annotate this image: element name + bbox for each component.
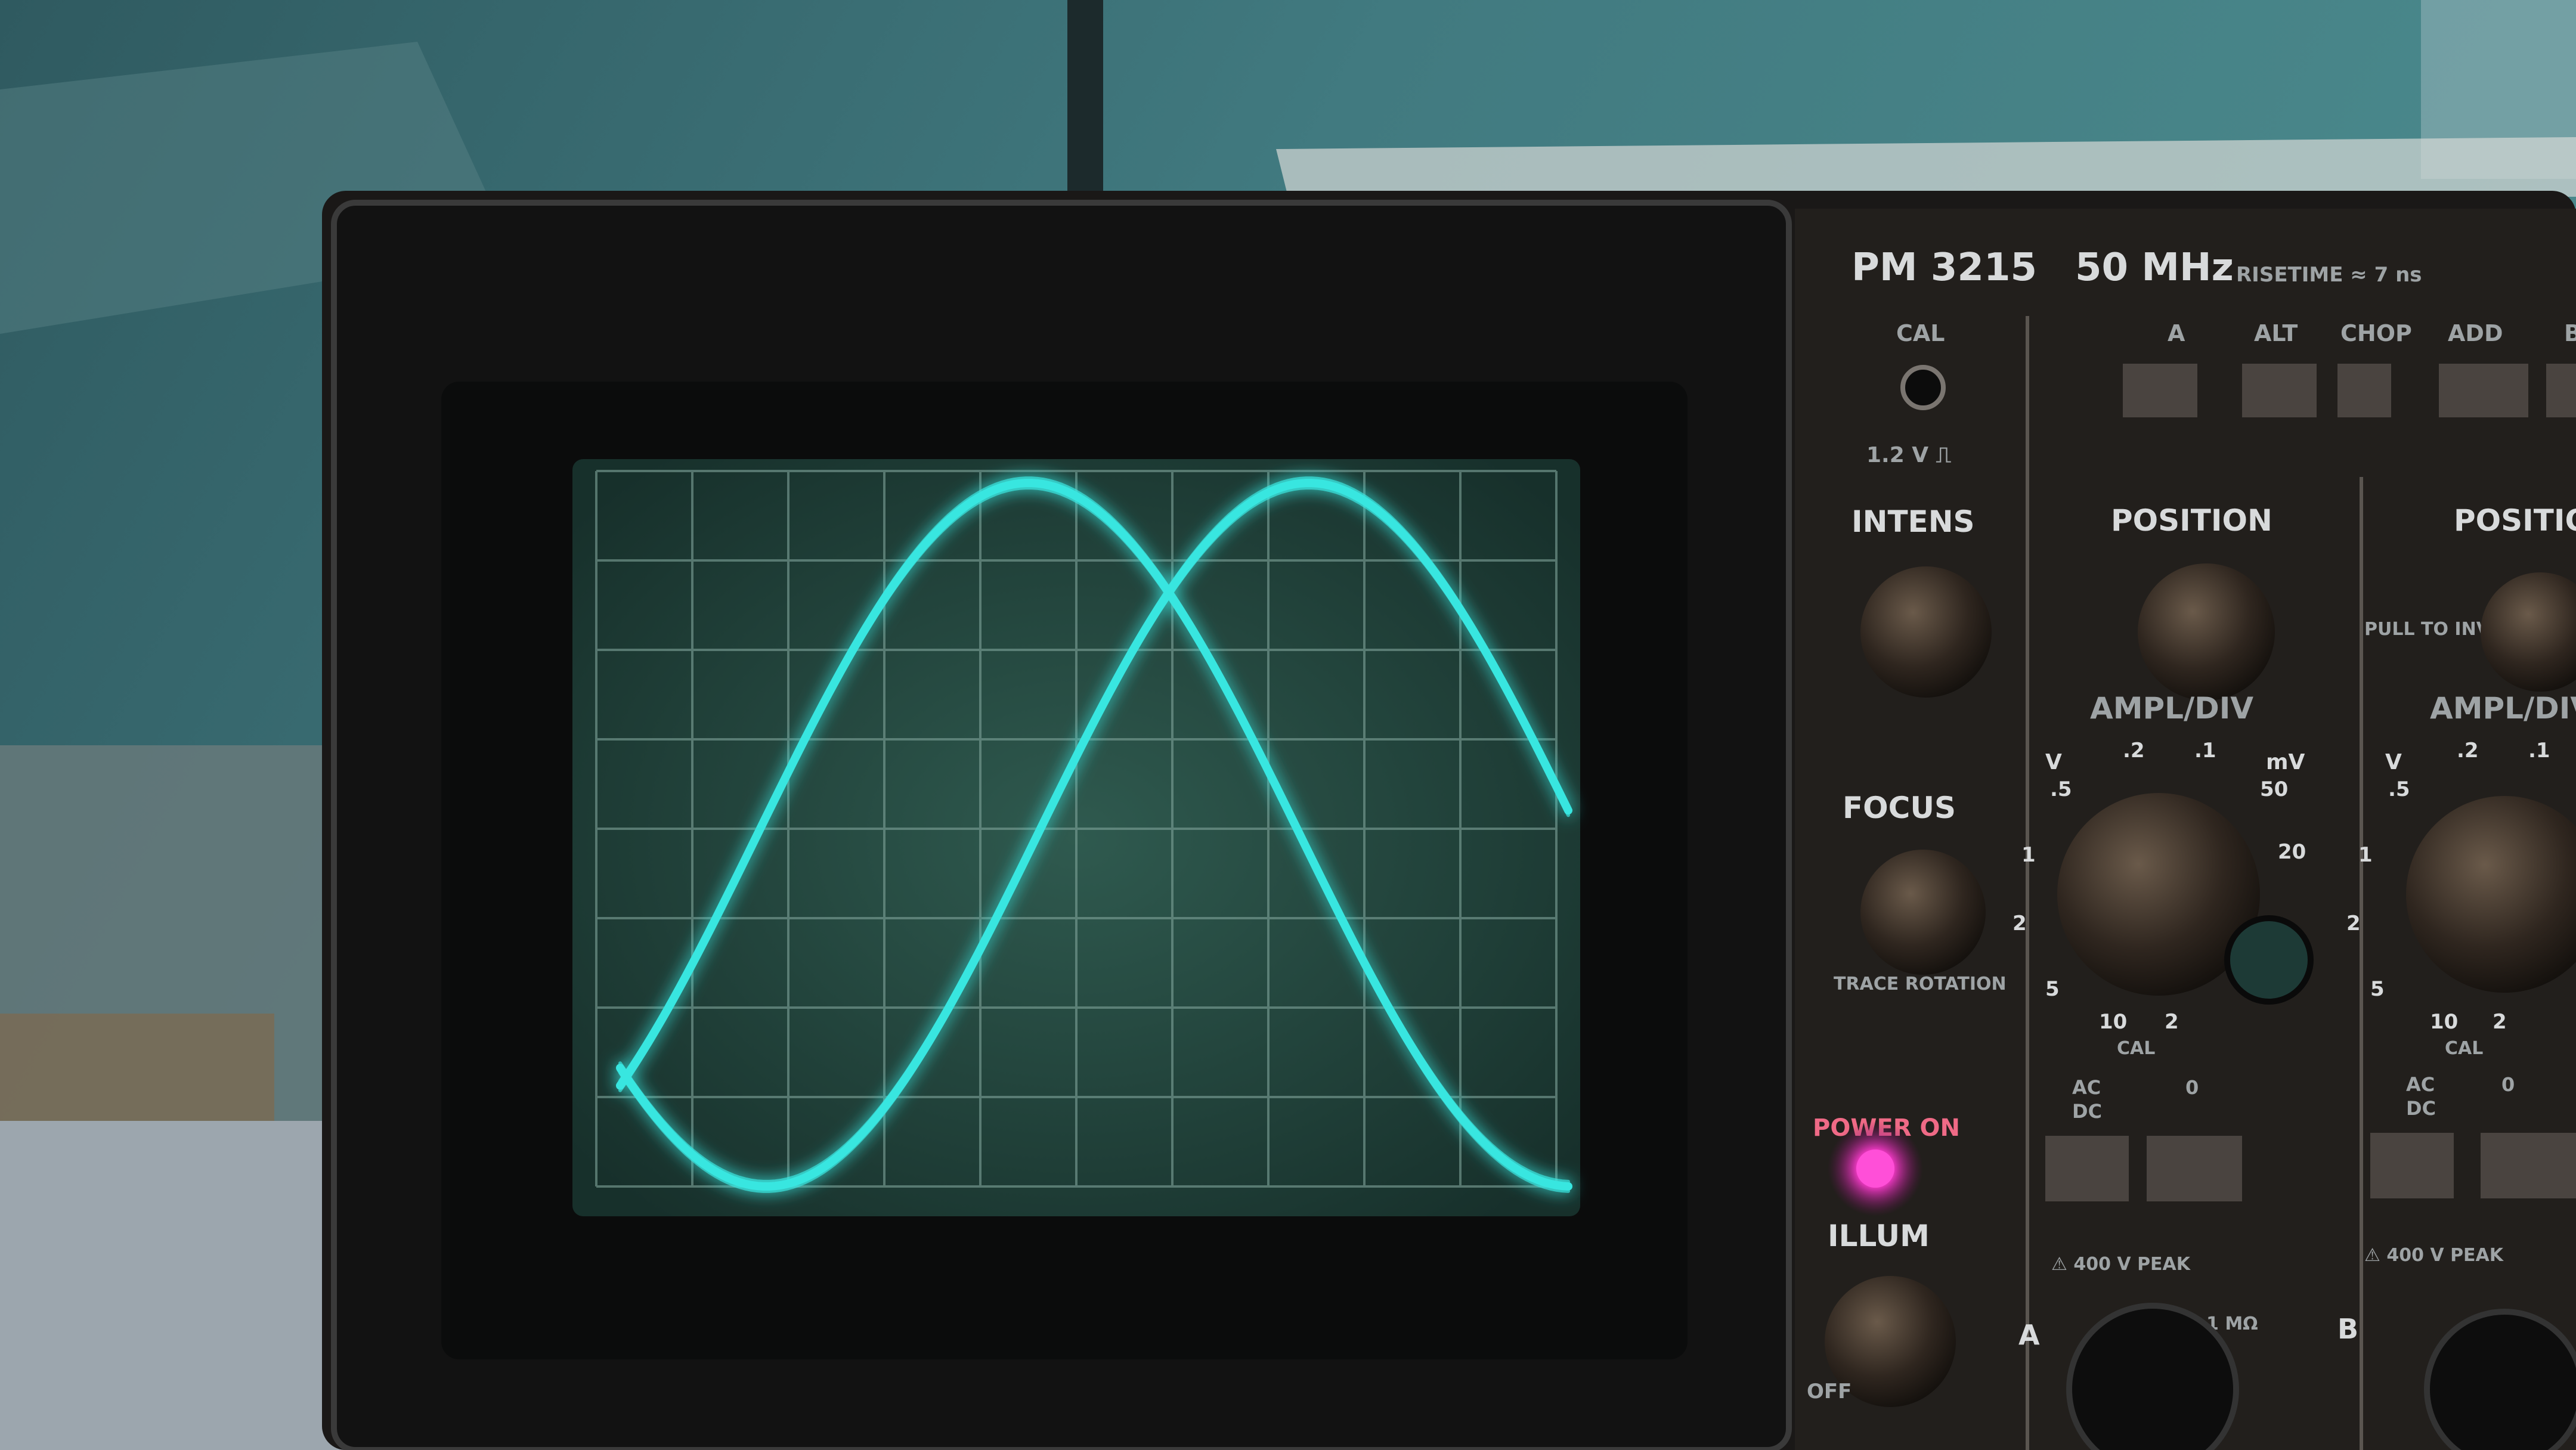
scale-b-5: 5: [2370, 977, 2385, 1001]
input-b-label: B: [2337, 1313, 2358, 1345]
dc-a-label: DC: [2072, 1100, 2102, 1123]
scale-a-20: 20: [2278, 840, 2306, 864]
ac-b-label: AC: [2406, 1073, 2435, 1096]
v-b-label: V: [2385, 750, 2402, 774]
cal-b-label: CAL: [2445, 1038, 2483, 1059]
button-alt[interactable]: [2242, 364, 2317, 417]
button-a[interactable]: [2123, 364, 2197, 417]
ampl-div-b-label: AMPL/DIV: [2430, 691, 2576, 726]
scale-a-2: 2: [2012, 912, 2027, 935]
scale-a-5: 5: [2045, 977, 2060, 1001]
v-a-label: V: [2045, 750, 2062, 774]
scale-a-02: .2: [2123, 739, 2145, 763]
gnd-b-switch[interactable]: [2481, 1133, 2576, 1198]
cal-terminal[interactable]: [1900, 365, 1946, 410]
scale-a-2b: 2: [2165, 1010, 2179, 1034]
input-b-connector[interactable]: [2424, 1309, 2576, 1450]
trace-rotation-label: TRACE ROTATION: [1834, 974, 2007, 994]
scale-b-10: 10: [2430, 1010, 2458, 1034]
model-label: PM 3215: [1852, 246, 2037, 290]
input-a-label: A: [2018, 1319, 2040, 1351]
ampl-div-a-label: AMPL/DIV: [2090, 691, 2253, 726]
position-a-label: POSITION: [2111, 503, 2272, 538]
scale-a-01: .1: [2194, 739, 2216, 763]
position-b-label: POSITIO: [2454, 503, 2576, 538]
mv-a-label: mV: [2266, 750, 2305, 774]
intens-label: INTENS: [1852, 504, 1975, 539]
peak-b-label: ⚠ 400 V PEAK: [2364, 1245, 2504, 1266]
dc-b-label: DC: [2406, 1097, 2436, 1120]
acdc-a-switch[interactable]: [2045, 1136, 2129, 1201]
scale-b-2: 2: [2346, 912, 2361, 935]
mode-label-add: ADD: [2448, 320, 2503, 346]
gnd-a-switch[interactable]: [2147, 1136, 2242, 1201]
scale-b-1: 1: [2358, 843, 2373, 867]
ampl-div-a-vernier[interactable]: [2224, 915, 2314, 1005]
scale-b-02: .2: [2457, 739, 2479, 763]
mode-label-a: A: [2168, 320, 2185, 346]
scale-a-1: 1: [2021, 843, 2036, 867]
button-b[interactable]: [2546, 364, 2576, 417]
zero-b-label: 0: [2501, 1073, 2515, 1096]
ac-a-label: AC: [2072, 1076, 2101, 1099]
bandwidth-label: 50 MHz: [2075, 246, 2234, 290]
button-add[interactable]: [2439, 364, 2528, 417]
cal-label: CAL: [1896, 320, 1945, 346]
scale-a-50: 50: [2260, 777, 2288, 801]
input-a-connector[interactable]: [2066, 1303, 2239, 1450]
power-button[interactable]: [1856, 1150, 1894, 1188]
intens-knob[interactable]: [1860, 566, 1992, 698]
off-label: OFF: [1807, 1380, 1852, 1403]
wall-divider: [1067, 0, 1103, 191]
focus-knob[interactable]: [1860, 850, 1986, 975]
scene: PM 3215 50 MHz RISETIME ≈ 7 ns CAL 1.2 V…: [0, 0, 2576, 1450]
cal-a-label: CAL: [2117, 1038, 2155, 1059]
position-a-knob[interactable]: [2138, 563, 2275, 701]
scale-b-05: .5: [2388, 777, 2410, 801]
peak-a-label: ⚠ 400 V PEAK: [2051, 1254, 2191, 1275]
mode-label-b: B: [2564, 320, 2576, 346]
scale-a-05: .5: [2050, 777, 2072, 801]
cal-value-label: 1.2 V ⎍: [1866, 443, 1952, 467]
risetime-label: RISETIME ≈ 7 ns: [2236, 263, 2422, 287]
illum-label: ILLUM: [1828, 1219, 1930, 1253]
zero-a-label: 0: [2185, 1076, 2199, 1099]
acdc-b-switch[interactable]: [2370, 1133, 2454, 1198]
scale-b-2b: 2: [2493, 1010, 2507, 1034]
mode-label-alt: ALT: [2254, 320, 2298, 346]
mode-label-chop: CHOP: [2340, 320, 2412, 346]
scale-b-01: .1: [2528, 739, 2550, 763]
scale-a-10: 10: [2099, 1010, 2127, 1034]
focus-label: FOCUS: [1843, 791, 1956, 825]
button-chop[interactable]: [2337, 364, 2391, 417]
